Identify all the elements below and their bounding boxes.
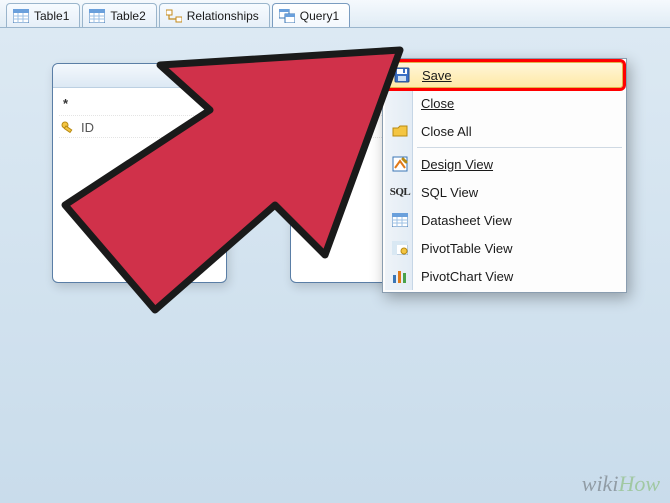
menu-item-design-view[interactable]: Design View bbox=[385, 150, 624, 178]
tab-bar: Table1 Table2 Relationships Query1 bbox=[0, 0, 670, 28]
folder-icon bbox=[390, 121, 410, 141]
menu-item-label: Close All bbox=[421, 124, 472, 139]
table-icon bbox=[13, 9, 29, 23]
design-view-icon bbox=[390, 154, 410, 174]
field-row-star[interactable]: * bbox=[59, 94, 220, 116]
menu-item-label: Datasheet View bbox=[421, 213, 512, 228]
workspace: * ID * ID Sa bbox=[0, 28, 670, 503]
field-row-id[interactable]: ID bbox=[59, 116, 220, 138]
panel-header[interactable] bbox=[53, 64, 226, 88]
menu-item-sql-view[interactable]: SQL SQL View bbox=[385, 178, 624, 206]
tab-table1[interactable]: Table1 bbox=[6, 3, 80, 27]
primary-key-icon bbox=[299, 121, 313, 135]
table-icon bbox=[89, 9, 105, 23]
tab-query1[interactable]: Query1 bbox=[272, 3, 350, 27]
watermark: wikiHow bbox=[582, 471, 660, 497]
field-label: ID bbox=[319, 120, 332, 135]
menu-item-pivottable-view[interactable]: PivotTable View bbox=[385, 234, 624, 262]
menu-item-label: Close bbox=[421, 96, 454, 111]
menu-separator bbox=[417, 147, 622, 148]
menu-item-label: PivotTable View bbox=[421, 241, 513, 256]
panel-body: * ID bbox=[53, 88, 226, 138]
menu-item-label: Design View bbox=[421, 157, 493, 172]
table-panel-1[interactable]: * ID bbox=[52, 63, 227, 283]
menu-item-close[interactable]: Close bbox=[385, 89, 624, 117]
menu-item-label: SQL View bbox=[421, 185, 478, 200]
sql-view-icon: SQL bbox=[390, 182, 410, 202]
primary-key-icon bbox=[61, 121, 75, 135]
menu-item-pivotchart-view[interactable]: PivotChart View bbox=[385, 262, 624, 290]
menu-item-label: PivotChart View bbox=[421, 269, 513, 284]
context-menu: Save Close Close All Design View SQL SQL… bbox=[382, 58, 627, 293]
tab-label: Table2 bbox=[110, 9, 145, 23]
query-icon bbox=[279, 9, 295, 23]
save-icon bbox=[392, 65, 412, 85]
close-icon bbox=[390, 93, 410, 113]
tab-label: Query1 bbox=[300, 9, 339, 23]
pivottable-icon bbox=[390, 238, 410, 258]
menu-item-label: Save bbox=[422, 68, 452, 83]
menu-item-save[interactable]: Save bbox=[386, 62, 623, 88]
tab-table2[interactable]: Table2 bbox=[82, 3, 156, 27]
watermark-wiki: wiki bbox=[582, 471, 619, 496]
field-label: ID bbox=[81, 120, 94, 135]
tab-relationships[interactable]: Relationships bbox=[159, 3, 270, 27]
tab-label: Relationships bbox=[187, 9, 259, 23]
menu-item-close-all[interactable]: Close All bbox=[385, 117, 624, 145]
watermark-how: How bbox=[618, 471, 660, 496]
pivotchart-icon bbox=[390, 266, 410, 286]
tab-label: Table1 bbox=[34, 9, 69, 23]
relationships-icon bbox=[166, 9, 182, 23]
menu-item-datasheet-view[interactable]: Datasheet View bbox=[385, 206, 624, 234]
datasheet-icon bbox=[390, 210, 410, 230]
